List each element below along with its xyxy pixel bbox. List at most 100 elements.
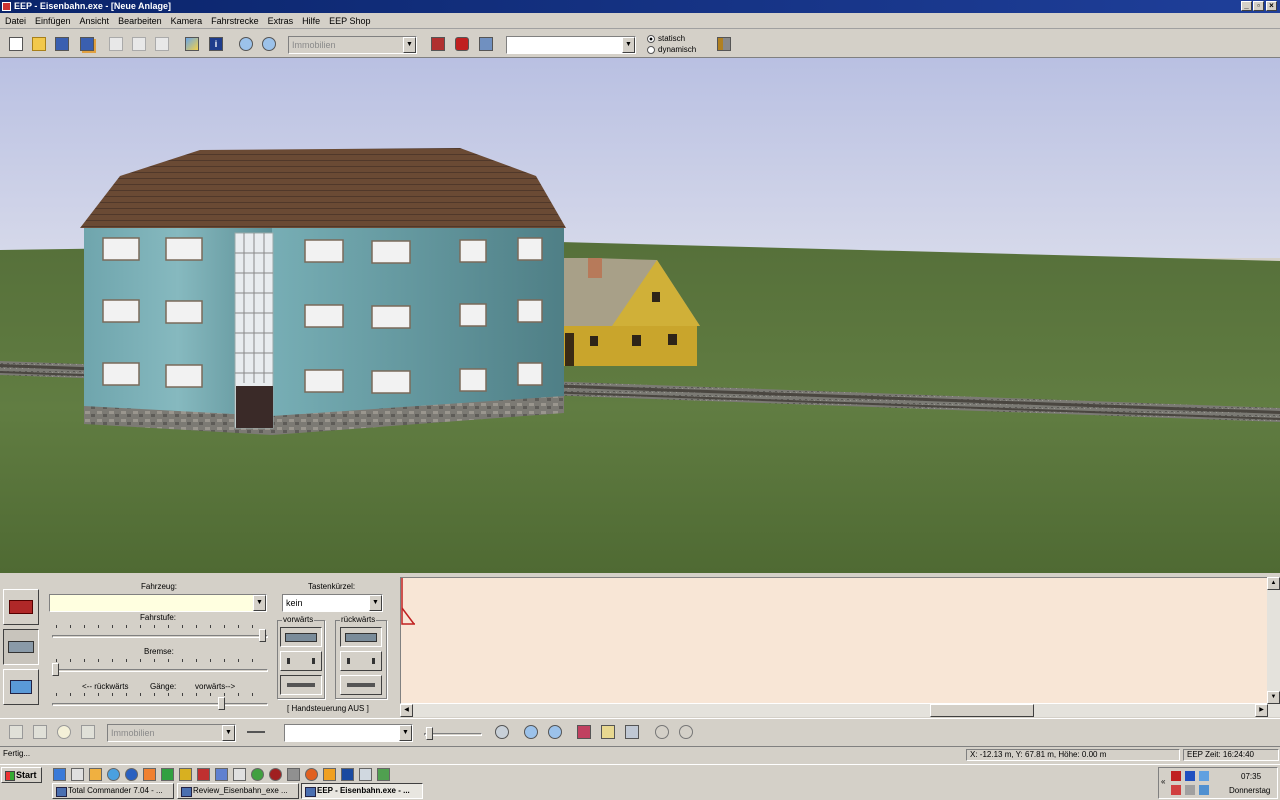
minimize-button[interactable]: _ — [1241, 1, 1252, 11]
backward-track-button[interactable] — [340, 675, 382, 695]
quicklaunch-vlc-icon[interactable] — [323, 768, 336, 781]
tray-network-icon[interactable] — [1185, 771, 1195, 781]
chevron-down-icon[interactable]: ▼ — [222, 725, 235, 741]
quicklaunch-k-icon[interactable] — [341, 768, 354, 781]
maximize-button[interactable]: ▫ — [1253, 1, 1264, 11]
quicklaunch-train-icon[interactable] — [377, 768, 390, 781]
forward-train-button[interactable] — [280, 627, 322, 647]
task-eep[interactable]: EEP - Eisenbahn.exe - ... — [301, 783, 423, 799]
3d-viewport[interactable] — [0, 58, 1280, 573]
switch-icon[interactable] — [476, 34, 496, 54]
light-icon[interactable] — [54, 722, 74, 742]
backward-coupler-button[interactable] — [340, 651, 382, 671]
close-button[interactable]: × — [1266, 1, 1277, 11]
undo-icon[interactable] — [652, 722, 672, 742]
start-button[interactable]: Start — [1, 767, 42, 783]
scroll-up-icon[interactable]: ▲ — [1267, 577, 1280, 590]
zoom-out-icon[interactable] — [545, 722, 565, 742]
scroll-right-icon[interactable]: ▶ — [1255, 704, 1268, 717]
crosshair-icon[interactable] — [246, 722, 266, 742]
scroll-down-icon[interactable]: ▼ — [1267, 691, 1280, 704]
chevron-down-icon[interactable]: ▼ — [403, 37, 416, 53]
output-vertical-scrollbar[interactable]: ▲ ▼ — [1267, 577, 1280, 717]
forward-coupler-button[interactable] — [280, 651, 322, 671]
radio-static[interactable]: statisch — [647, 34, 685, 43]
forward-track-button[interactable] — [280, 675, 322, 695]
quicklaunch-chrome-icon[interactable] — [251, 768, 264, 781]
menu-datei[interactable]: Datei — [0, 13, 30, 26]
cube-icon[interactable] — [622, 722, 642, 742]
clock-time[interactable]: 07:35 — [1241, 772, 1261, 781]
locomotive-icon[interactable] — [428, 34, 448, 54]
output-area[interactable] — [400, 577, 1268, 704]
quicklaunch-folder-icon[interactable] — [89, 768, 102, 781]
tray-monitor-icon[interactable] — [1199, 771, 1209, 781]
chevron-down-icon[interactable]: ▼ — [622, 37, 635, 53]
open-folder-icon[interactable] — [29, 34, 49, 54]
signal-icon[interactable] — [452, 34, 472, 54]
paste-icon[interactable] — [152, 34, 172, 54]
quicklaunch-player-icon[interactable] — [269, 768, 282, 781]
scroll-left-icon[interactable]: ◀ — [400, 704, 413, 717]
output-horizontal-scrollbar[interactable]: ◀ ▶ — [400, 704, 1268, 717]
tools-icon[interactable] — [714, 34, 734, 54]
scroll-thumb[interactable] — [930, 704, 1034, 717]
height-slider-thumb[interactable] — [426, 727, 433, 740]
vehicle-mode-icon[interactable] — [3, 589, 39, 625]
task-total-commander[interactable]: Total Commander 7.04 - ... — [52, 783, 174, 799]
tray-expand-icon[interactable]: « — [1161, 777, 1165, 786]
speed-slider-thumb[interactable] — [259, 629, 266, 642]
menu-einfuegen[interactable]: Einfügen — [30, 13, 75, 26]
menu-hilfe[interactable]: Hilfe — [297, 13, 324, 26]
quicklaunch-fox-icon[interactable] — [305, 768, 318, 781]
train-mode-icon[interactable] — [3, 629, 39, 665]
menu-bearbeiten[interactable]: Bearbeiten — [113, 13, 166, 26]
rotate-icon[interactable] — [492, 722, 512, 742]
quicklaunch-app-icon[interactable] — [161, 768, 174, 781]
redo-icon[interactable] — [676, 722, 696, 742]
task-review[interactable]: Review_Eisenbahn_exe ... — [177, 783, 299, 799]
backward-train-button[interactable] — [340, 627, 382, 647]
curve-icon[interactable] — [78, 722, 98, 742]
quicklaunch-edit-icon[interactable] — [233, 768, 246, 781]
tray-update-icon[interactable] — [1199, 785, 1209, 795]
quicklaunch-star-icon[interactable] — [143, 768, 156, 781]
menu-ansicht[interactable]: Ansicht — [75, 13, 114, 26]
tray-volume-icon[interactable] — [1185, 785, 1195, 795]
menu-eep-shop[interactable]: EEP Shop — [324, 13, 374, 26]
quicklaunch-media-icon[interactable] — [125, 768, 138, 781]
quicklaunch-pen-icon[interactable] — [287, 768, 300, 781]
tray-security-icon[interactable] — [1171, 785, 1181, 795]
quicklaunch-tool-icon[interactable] — [197, 768, 210, 781]
zoom-out-icon[interactable] — [259, 34, 279, 54]
save-all-icon[interactable] — [77, 34, 97, 54]
menu-extras[interactable]: Extras — [263, 13, 298, 26]
quicklaunch-network-icon[interactable] — [215, 768, 228, 781]
bottom-object-combo[interactable]: ▼ — [284, 724, 413, 742]
vehicle-combo[interactable]: ▼ — [49, 594, 267, 612]
new-file-icon[interactable] — [6, 34, 26, 54]
quicklaunch-doc-icon[interactable] — [359, 768, 372, 781]
radio-dynamic[interactable]: dynamisch — [647, 45, 696, 54]
shortcut-combo[interactable]: kein ▼ — [282, 594, 383, 612]
camera-mode-icon[interactable] — [3, 669, 39, 705]
quicklaunch-ip-icon[interactable] — [179, 768, 192, 781]
bottom-category-combo[interactable]: Immobilien ▼ — [107, 724, 236, 742]
menu-fahrstrecke[interactable]: Fahrstrecke — [206, 13, 263, 26]
text-icon[interactable] — [30, 722, 50, 742]
quicklaunch-globe-icon[interactable] — [107, 768, 120, 781]
chevron-down-icon[interactable]: ▼ — [399, 725, 412, 741]
save-icon[interactable] — [52, 34, 72, 54]
quicklaunch-mail-icon[interactable] — [71, 768, 84, 781]
menu-kamera[interactable]: Kamera — [166, 13, 207, 26]
category-combo[interactable]: Immobilien ▼ — [288, 36, 417, 54]
chevron-down-icon[interactable]: ▼ — [253, 595, 266, 611]
cut-icon[interactable] — [106, 34, 126, 54]
info-icon[interactable]: i — [206, 34, 226, 54]
zoom-in-icon[interactable] — [521, 722, 541, 742]
gear-slider-thumb[interactable] — [218, 697, 225, 710]
copy-icon[interactable] — [129, 34, 149, 54]
edit-icon[interactable] — [598, 722, 618, 742]
tray-k-icon[interactable] — [1171, 771, 1181, 781]
quicklaunch-browser-icon[interactable] — [53, 768, 66, 781]
